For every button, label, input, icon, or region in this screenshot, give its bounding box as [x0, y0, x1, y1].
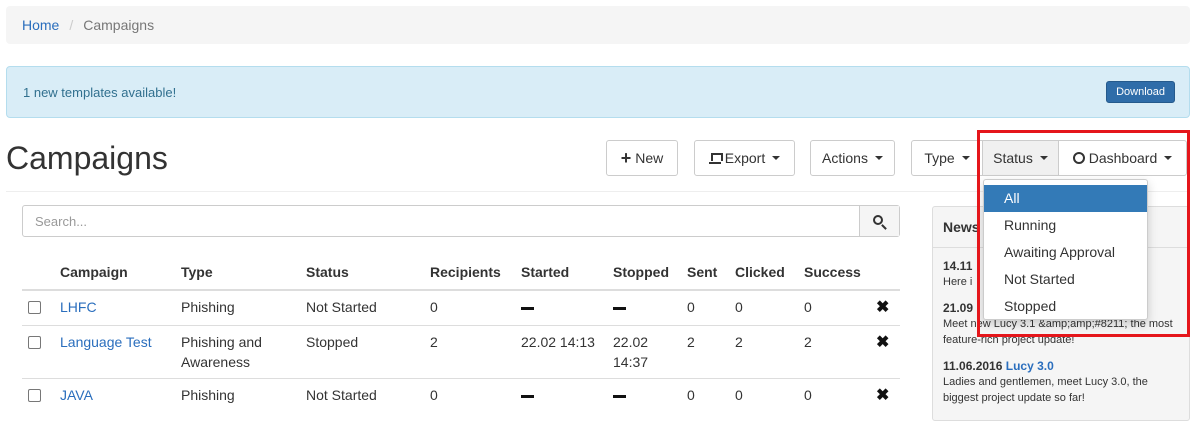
chevron-down-icon [1039, 156, 1048, 160]
actions-button[interactable]: Actions [810, 140, 895, 176]
column-header[interactable]: Success [798, 254, 870, 291]
dashboard-icon [1072, 152, 1085, 164]
campaign-link[interactable]: LHFC [60, 299, 97, 315]
campaign-sent: 0 [687, 299, 695, 315]
campaign-clicked: 2 [729, 325, 798, 379]
column-header[interactable]: Stopped [607, 254, 681, 291]
chevron-down-icon [1164, 156, 1173, 160]
search-bar [22, 205, 900, 237]
news-item: 11.06.2016 Lucy 3.0 Ladies and gentlemen… [943, 358, 1179, 406]
empty-dash [613, 394, 626, 398]
plus-icon: + [620, 148, 632, 168]
type-filter-label: Type [924, 150, 955, 166]
column-header[interactable]: Status [300, 254, 424, 291]
new-button-label: New [635, 150, 664, 166]
campaign-status: Stopped [300, 325, 424, 379]
empty-dash [521, 306, 534, 310]
page-title: Campaigns [6, 140, 168, 176]
table-header-row: Campaign Type Status Recipients Started … [22, 254, 900, 291]
table-row: Language Test Phishing and Awareness Sto… [22, 325, 900, 379]
breadcrumb-current: Campaigns [83, 17, 155, 33]
status-option-not-started[interactable]: Not Started [984, 266, 1147, 293]
column-header[interactable]: Recipients [424, 254, 515, 291]
news-text: Ladies and gentlemen, meet Lucy 3.0, the… [943, 376, 1148, 404]
search-input[interactable] [23, 206, 859, 236]
breadcrumb-separator: / [69, 17, 74, 33]
column-header[interactable]: Clicked [729, 254, 798, 291]
dashboard-button[interactable]: Dashboard [1058, 140, 1187, 176]
templates-alert: 1 new templates available! Download [6, 66, 1190, 118]
campaign-link[interactable]: Language Test [60, 334, 152, 350]
type-filter-button[interactable]: Type [911, 140, 983, 176]
breadcrumb: Home / Campaigns [6, 6, 1190, 44]
column-header[interactable]: Sent [681, 254, 729, 291]
campaigns-table: Campaign Type Status Recipients Started … [22, 254, 900, 413]
campaign-started: 22.02 14:13 [515, 325, 607, 379]
status-option-running[interactable]: Running [984, 212, 1147, 239]
campaign-type: Phishing [181, 299, 235, 315]
campaign-success: 2 [798, 325, 870, 379]
status-filter-label: Status [993, 150, 1033, 166]
row-checkbox[interactable] [28, 301, 41, 314]
campaign-status: Not Started [300, 378, 424, 413]
campaign-type: Phishing and Awareness [175, 325, 300, 379]
status-filter-button[interactable]: Status [982, 140, 1059, 176]
column-header[interactable]: Started [515, 254, 607, 291]
search-icon [873, 214, 883, 225]
campaign-type: Phishing [175, 378, 300, 413]
alert-message: 1 new templates available! [23, 84, 177, 100]
table-row: JAVA Phishing Not Started 0 0 0 0 ✖ [22, 378, 900, 413]
search-button[interactable] [859, 206, 899, 236]
delete-icon[interactable]: ✖ [876, 387, 889, 404]
campaign-status: Not Started [306, 299, 377, 315]
chevron-down-icon [874, 156, 883, 160]
campaign-link[interactable]: JAVA [60, 387, 93, 403]
download-button[interactable]: Download [1106, 81, 1175, 103]
delete-column-header [870, 254, 900, 291]
campaign-recipients: 2 [424, 325, 515, 379]
column-header[interactable]: Campaign [54, 254, 175, 291]
row-checkbox[interactable] [28, 389, 41, 402]
status-option-all[interactable]: All [984, 185, 1147, 212]
status-option-stopped[interactable]: Stopped [984, 293, 1147, 320]
chevron-down-icon [772, 156, 781, 160]
news-text: Meet new Lucy 3.1 &amp;amp;#8211; the mo… [943, 318, 1173, 346]
dashboard-button-label: Dashboard [1088, 150, 1158, 166]
campaign-recipients: 0 [430, 299, 438, 315]
actions-button-label: Actions [822, 150, 868, 166]
row-checkbox[interactable] [28, 336, 41, 349]
campaign-sent: 2 [681, 325, 729, 379]
news-date: 11.06.2016 [943, 359, 1003, 373]
empty-dash [521, 394, 534, 398]
new-button[interactable]: + New [606, 140, 678, 176]
delete-icon[interactable]: ✖ [876, 334, 889, 351]
campaign-stopped: 22.02 14:37 [607, 325, 681, 379]
export-button[interactable]: Export [694, 140, 795, 176]
campaign-success: 0 [798, 378, 870, 413]
chevron-down-icon [961, 156, 970, 160]
campaign-clicked: 0 [735, 299, 743, 315]
news-link[interactable]: Lucy 3.0 [1006, 359, 1054, 373]
campaign-success: 0 [804, 299, 812, 315]
campaign-sent: 0 [681, 378, 729, 413]
status-option-awaiting-approval[interactable]: Awaiting Approval [984, 239, 1147, 266]
campaign-clicked: 0 [729, 378, 798, 413]
export-button-label: Export [724, 150, 766, 166]
table-row: LHFC Phishing Not Started 0 0 0 0 ✖ [22, 290, 900, 326]
empty-dash [613, 306, 626, 310]
column-header[interactable]: Type [175, 254, 300, 291]
breadcrumb-home-link[interactable]: Home [22, 17, 59, 33]
select-column-header [22, 254, 54, 291]
export-icon [708, 152, 723, 164]
status-dropdown-menu: All Running Awaiting Approval Not Starte… [983, 179, 1148, 320]
delete-icon[interactable]: ✖ [876, 299, 889, 316]
campaign-recipients: 0 [424, 378, 515, 413]
